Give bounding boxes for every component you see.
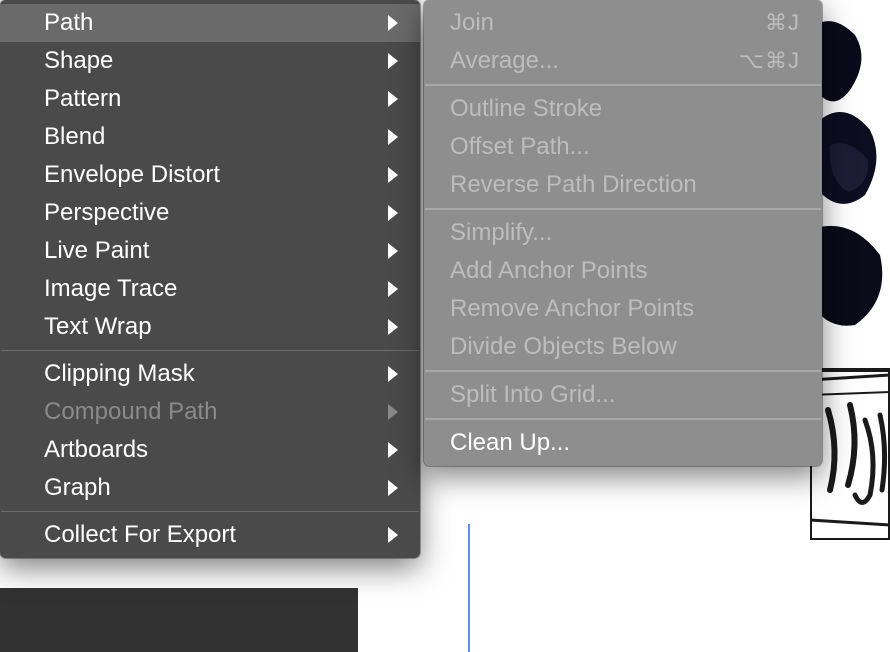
- submenu-item-average: Average... ⌥⌘J: [424, 42, 822, 80]
- menu-item-label: Blend: [44, 123, 388, 151]
- chevron-right-icon: [388, 527, 398, 543]
- menu-item-label: Join: [450, 9, 765, 37]
- chevron-right-icon: [388, 319, 398, 335]
- menu-item-collect-for-export[interactable]: Collect For Export: [0, 516, 420, 554]
- menu-item-label: Add Anchor Points: [450, 257, 800, 285]
- submenu-item-reverse-path-direction: Reverse Path Direction: [424, 166, 822, 204]
- menu-item-label: Split Into Grid...: [450, 381, 800, 409]
- menu-item-label: Divide Objects Below: [450, 333, 800, 361]
- menu-item-label: Reverse Path Direction: [450, 171, 800, 199]
- chevron-right-icon: [388, 480, 398, 496]
- menu-item-label: Clipping Mask: [44, 360, 388, 388]
- path-submenu: Join ⌘J Average... ⌥⌘J Outline Stroke Of…: [424, 0, 822, 466]
- submenu-item-outline-stroke: Outline Stroke: [424, 90, 822, 128]
- menu-item-label: Perspective: [44, 199, 388, 227]
- menu-item-path[interactable]: Path: [0, 4, 420, 42]
- menu-item-label: Path: [44, 9, 388, 37]
- menu-item-label: Compound Path: [44, 398, 388, 426]
- submenu-item-split-into-grid: Split Into Grid...: [424, 376, 822, 414]
- menu-item-label: Remove Anchor Points: [450, 295, 800, 323]
- menu-item-clipping-mask[interactable]: Clipping Mask: [0, 355, 420, 393]
- main-menu: Path Shape Pattern Blend Envelope Distor…: [0, 0, 420, 558]
- menu-divider: [1, 350, 419, 351]
- menu-item-label: Envelope Distort: [44, 161, 388, 189]
- submenu-item-simplify: Simplify...: [424, 214, 822, 252]
- chevron-right-icon: [388, 442, 398, 458]
- menu-divider: [425, 370, 821, 372]
- chevron-right-icon: [388, 243, 398, 259]
- shortcut-label: ⌘J: [765, 10, 800, 36]
- menu-item-label: Shape: [44, 47, 388, 75]
- chevron-right-icon: [388, 205, 398, 221]
- shortcut-label: ⌥⌘J: [739, 48, 800, 74]
- menu-item-label: Live Paint: [44, 237, 388, 265]
- chevron-right-icon: [388, 129, 398, 145]
- menu-item-image-trace[interactable]: Image Trace: [0, 270, 420, 308]
- menu-item-shape[interactable]: Shape: [0, 42, 420, 80]
- menu-item-label: Outline Stroke: [450, 95, 800, 123]
- submenu-item-offset-path: Offset Path...: [424, 128, 822, 166]
- menu-item-pattern[interactable]: Pattern: [0, 80, 420, 118]
- menu-item-live-paint[interactable]: Live Paint: [0, 232, 420, 270]
- menu-item-label: Offset Path...: [450, 133, 800, 161]
- menu-item-label: Collect For Export: [44, 521, 388, 549]
- menu-divider: [425, 84, 821, 86]
- chevron-right-icon: [388, 15, 398, 31]
- dark-panel: [0, 588, 358, 652]
- menu-item-artboards[interactable]: Artboards: [0, 431, 420, 469]
- submenu-item-remove-anchor-points: Remove Anchor Points: [424, 290, 822, 328]
- submenu-item-join: Join ⌘J: [424, 4, 822, 42]
- menu-divider: [425, 208, 821, 210]
- canvas-artwork: [810, 0, 890, 540]
- menu-item-label: Clean Up...: [450, 429, 800, 457]
- submenu-item-add-anchor-points: Add Anchor Points: [424, 252, 822, 290]
- chevron-right-icon: [388, 404, 398, 420]
- menu-item-label: Graph: [44, 474, 388, 502]
- menu-divider: [1, 511, 419, 512]
- menu-item-perspective[interactable]: Perspective: [0, 194, 420, 232]
- menu-item-envelope-distort[interactable]: Envelope Distort: [0, 156, 420, 194]
- menu-item-label: Text Wrap: [44, 313, 388, 341]
- menu-item-text-wrap[interactable]: Text Wrap: [0, 308, 420, 346]
- chevron-right-icon: [388, 167, 398, 183]
- chevron-right-icon: [388, 366, 398, 382]
- menu-item-graph[interactable]: Graph: [0, 469, 420, 507]
- chevron-right-icon: [388, 53, 398, 69]
- menu-item-label: Average...: [450, 47, 739, 75]
- menu-item-label: Simplify...: [450, 219, 800, 247]
- chevron-right-icon: [388, 281, 398, 297]
- menu-item-label: Image Trace: [44, 275, 388, 303]
- menu-item-label: Pattern: [44, 85, 388, 113]
- menu-divider: [425, 418, 821, 420]
- menu-item-label: Artboards: [44, 436, 388, 464]
- submenu-item-clean-up[interactable]: Clean Up...: [424, 424, 822, 462]
- submenu-item-divide-objects-below: Divide Objects Below: [424, 328, 822, 366]
- chevron-right-icon: [388, 91, 398, 107]
- selection-line: [468, 524, 470, 652]
- menu-item-blend[interactable]: Blend: [0, 118, 420, 156]
- menu-item-compound-path: Compound Path: [0, 393, 420, 431]
